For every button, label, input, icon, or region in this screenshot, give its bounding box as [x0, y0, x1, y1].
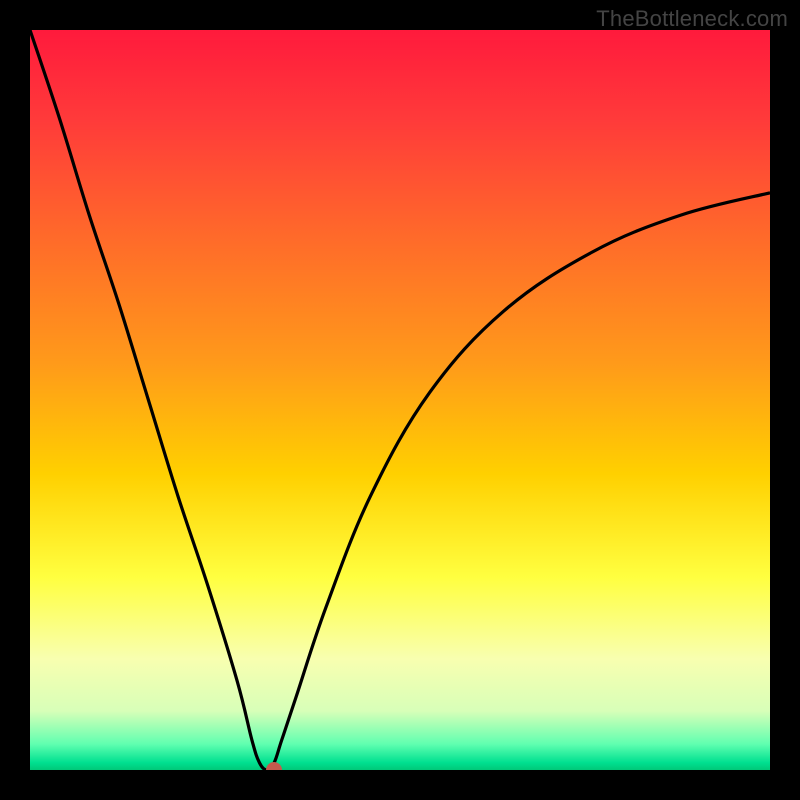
chart-frame: TheBottleneck.com — [0, 0, 800, 800]
curve-layer — [30, 30, 770, 770]
watermark-text: TheBottleneck.com — [596, 6, 788, 32]
bottleneck-curve — [30, 30, 770, 770]
plot-area — [30, 30, 770, 770]
